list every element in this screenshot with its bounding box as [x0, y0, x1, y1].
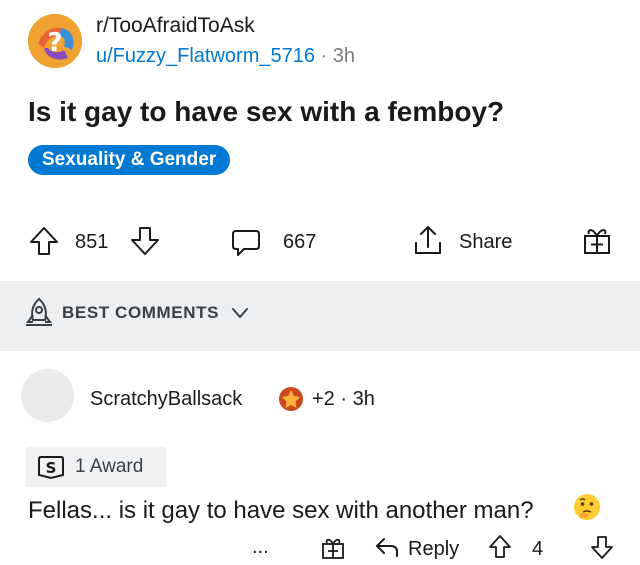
meta-separator: ·	[320, 45, 328, 67]
reply-button[interactable]: Reply	[408, 538, 459, 561]
sort-label[interactable]: BEST COMMENTS	[62, 303, 219, 323]
award-icon: S	[37, 454, 65, 485]
thinking-face-icon	[572, 492, 602, 527]
gift-icon[interactable]	[320, 534, 346, 565]
comment-vote-count: 4	[532, 538, 544, 560]
comment-age: 3h	[352, 388, 375, 410]
avatar[interactable]	[21, 369, 74, 422]
post-title[interactable]: Is it gay to have sex with a femboy?	[28, 96, 504, 128]
comment-karma: +2	[312, 388, 335, 410]
share-icon[interactable]	[411, 223, 445, 262]
downvote-icon[interactable]	[590, 534, 614, 565]
post-meta: u/Fuzzy_Flatworm_5716 · 3h	[96, 45, 355, 68]
svg-text:S: S	[46, 459, 57, 477]
post-age: 3h	[332, 45, 356, 67]
comment-author[interactable]: ScratchyBallsack	[90, 388, 242, 411]
comment-body: Fellas... is it gay to have sex with ano…	[28, 497, 534, 524]
subreddit-name[interactable]: r/TooAfraidToAsk	[96, 14, 255, 38]
award-count: 1 Award	[75, 456, 144, 477]
upvote-count: 851	[75, 231, 109, 253]
upvote-icon[interactable]	[488, 534, 512, 565]
comment-icon[interactable]	[230, 227, 262, 264]
comment-meta: +2 · 3h	[312, 388, 375, 411]
gift-icon[interactable]	[580, 223, 614, 262]
post-flair[interactable]: Sexuality & Gender	[28, 145, 231, 175]
comment-count: 667	[283, 231, 317, 253]
meta-separator: ·	[340, 388, 348, 410]
more-options-button[interactable]: ...	[252, 536, 269, 559]
upvote-icon[interactable]	[28, 225, 60, 262]
downvote-icon[interactable]	[129, 225, 161, 262]
post-author[interactable]: u/Fuzzy_Flatworm_5716	[96, 45, 315, 67]
subreddit-icon[interactable]: ?	[28, 14, 82, 68]
award-icon	[277, 385, 305, 418]
rocket-icon	[24, 296, 54, 333]
reply-icon[interactable]	[374, 535, 400, 564]
chevron-down-icon[interactable]	[230, 306, 250, 325]
svg-text:?: ?	[47, 28, 62, 58]
share-button[interactable]: Share	[459, 231, 512, 254]
